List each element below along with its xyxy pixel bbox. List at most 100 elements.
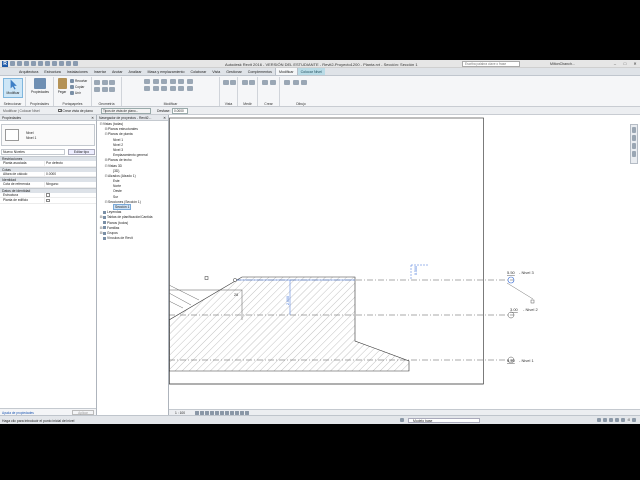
hide-icon[interactable] [223,80,229,85]
close-browser-icon[interactable]: ✕ [163,115,166,121]
line-icon[interactable] [284,80,290,85]
measure-icon[interactable] [45,61,50,66]
filter-icon[interactable] [632,418,636,422]
reveal-hidden-icon[interactable] [235,411,239,415]
text-icon[interactable] [52,61,57,66]
wall-joins-icon[interactable] [94,86,100,92]
browser-node[interactable]: Vínculos de Revit [97,236,168,241]
section-icon[interactable] [66,61,71,66]
paint-icon[interactable] [101,86,108,92]
instance-filter-select[interactable]: Nuevo Niveles [1,149,65,155]
model-dropdown[interactable]: Modelo base [408,417,480,423]
close-hidden-icon[interactable] [73,61,78,66]
modify-button[interactable]: Modificar [3,78,23,98]
override-icon[interactable] [229,80,236,85]
tab-instalaciones[interactable]: Instalaciones [64,68,91,75]
app-logo-icon[interactable]: R [2,61,8,67]
undo-icon[interactable] [24,61,29,66]
close-button[interactable]: ✕ [632,61,638,66]
analytical-icon[interactable] [245,411,249,415]
tab-insertar[interactable]: Insertar [91,68,109,75]
tab-modificar[interactable]: Modificar [274,68,298,75]
type-selector[interactable]: Nivel Nivel 1 [1,124,95,146]
checkbox-checked-icon[interactable]: ✓ [58,108,62,113]
select-links-icon[interactable] [597,418,602,422]
drag-handle-icon[interactable] [530,299,535,304]
temp-dimension-left[interactable]: 2.000 [286,296,290,305]
property-value[interactable] [45,198,96,203]
user-account[interactable]: MiltonChanch... [550,62,575,66]
tab-gestionar[interactable]: Gestionar [223,68,245,75]
sun-path-icon[interactable] [205,411,209,415]
maximize-button[interactable]: □ [622,61,628,66]
align-icon[interactable] [144,79,150,84]
draw-extra-icon[interactable] [301,80,307,85]
paste-button[interactable]: Pegar [55,78,69,98]
select-face-icon[interactable] [615,418,620,422]
cut-button[interactable]: Recortar [70,79,87,83]
crop-view-icon[interactable] [215,411,219,415]
tab-analizar[interactable]: Analizar [126,68,145,75]
3d-view-icon[interactable] [59,61,64,66]
visual-style-icon[interactable] [200,411,204,415]
move-icon[interactable] [178,79,184,84]
worksets-icon[interactable] [400,418,404,422]
shadows-icon[interactable] [210,411,214,415]
plan-view-types-button[interactable]: Tipos de vista de plano... [101,108,151,114]
property-checkbox[interactable] [46,198,50,202]
temp-dimension-top[interactable]: 0.500 [414,266,418,275]
mirror-draw-icon[interactable] [169,79,176,84]
detail-level-icon[interactable] [195,411,199,415]
temp-view-icon[interactable] [240,411,244,415]
zoom-menu-icon[interactable] [632,143,636,149]
join-geometry-icon[interactable] [109,80,115,85]
split-face-icon[interactable] [109,86,115,92]
steering-wheel-icon[interactable] [632,127,636,133]
section-view-drawing[interactable]: 0.500 2.000 28 5.50 - Nivel 3 3.00 - Niv… [169,115,640,409]
level-head-nivel-1[interactable]: 0.40 - Nivel 1 [507,356,534,364]
tab-colaborar[interactable]: Colaborar [187,68,209,75]
select-underlay-icon[interactable] [603,418,608,422]
offset-icon[interactable] [152,79,159,84]
properties-help-link[interactable]: Ayuda de propiedades [2,411,34,415]
save-icon[interactable] [17,61,22,66]
tab-masa-y-emplazamiento[interactable]: Masa y emplazamiento [145,68,188,75]
create-group-icon[interactable] [262,80,268,85]
minimize-button[interactable]: – [612,61,618,66]
scale-icon[interactable] [178,85,184,91]
mirror-axis-icon[interactable] [161,79,167,84]
zoom-icon[interactable] [632,135,636,141]
property-value[interactable]: Por defecto [45,161,96,166]
tab-colocar-nivel[interactable]: Colocar Nivel [297,68,325,75]
property-value[interactable]: Ninguno [45,182,96,187]
tab-anotar[interactable]: Anotar [109,68,126,75]
offset-input[interactable]: 0.0000 [172,108,188,114]
close-properties-icon[interactable]: ✕ [91,115,94,121]
level-head-nivel-3[interactable]: 5.50 - Nivel 3 [507,270,534,284]
array-icon[interactable] [169,85,176,91]
copy-element-icon[interactable] [186,79,193,84]
pick-lines-icon[interactable] [292,80,299,85]
tab-arquitectura[interactable]: Arquitectura [16,68,41,75]
tab-estructura[interactable]: Estructura [41,68,63,75]
lock-view-icon[interactable] [225,411,229,415]
copy-button[interactable]: Copiar [70,85,84,89]
split-icon[interactable] [161,85,167,91]
search-input[interactable]: Escriba palabra clave o frase [462,61,520,67]
cut-geometry-icon[interactable] [101,80,108,85]
hide-isolate-icon[interactable] [230,411,234,415]
view-scale[interactable]: 1 : 100 [175,411,185,415]
dimension-icon[interactable] [248,80,255,85]
rotate-icon[interactable] [144,85,150,91]
property-value[interactable] [45,193,96,198]
properties-button[interactable]: Propiedades [31,78,49,98]
drag-elements-icon[interactable] [621,418,626,422]
create-plan-view-option[interactable]: ✓ Crear vista de plano [58,109,93,113]
edit-type-button[interactable]: Editar tipo [68,149,95,155]
tab-complementos[interactable]: Complementos [245,68,275,75]
join-button[interactable]: Unir [70,91,81,95]
hatched-section-mass[interactable] [169,276,410,372]
redo-icon[interactable] [31,61,36,66]
measure-between-icon[interactable] [242,80,248,85]
open-icon[interactable] [10,61,15,66]
